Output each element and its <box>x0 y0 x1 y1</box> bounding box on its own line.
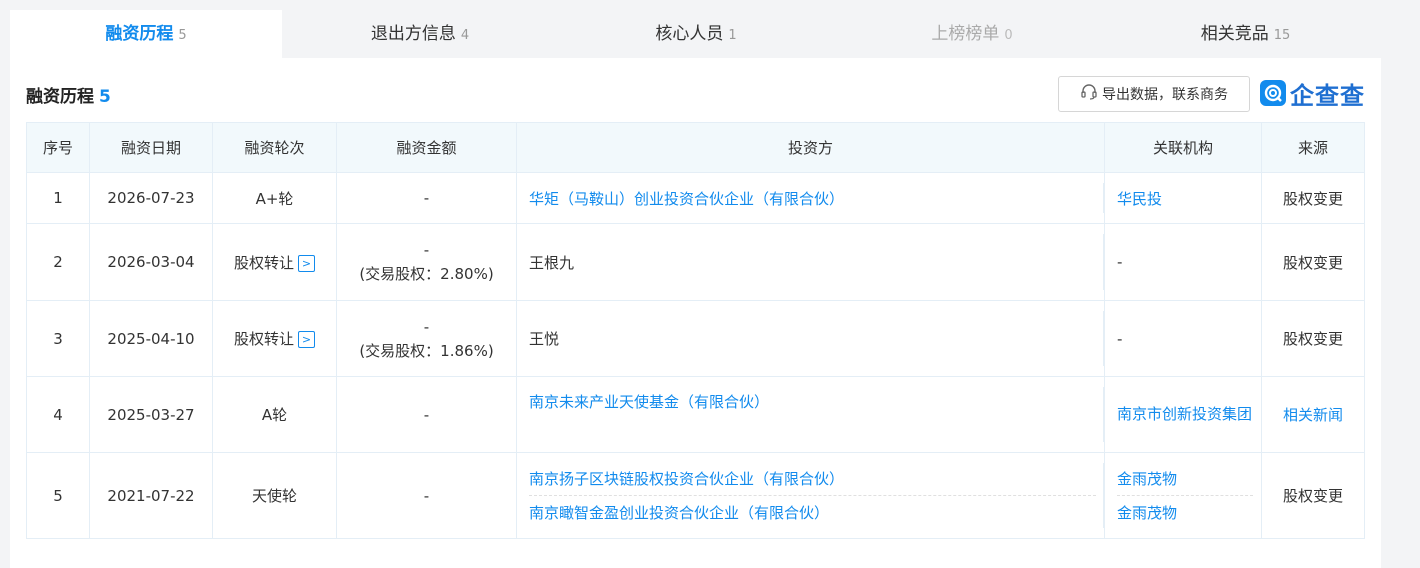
table-row: 2 2026-03-04 股权转让 > - (交易股权：2.80%) 王根九 - 股… <box>26 223 1365 301</box>
col-round: 融资轮次 <box>212 122 337 173</box>
financing-table: 序号 融资日期 融资轮次 融资金额 投资方 关联机构 来源 1 2026-07-… <box>26 122 1365 539</box>
org-line: 金雨茂物 <box>1117 495 1253 529</box>
cell-seq: 1 <box>26 172 90 224</box>
col-source: 来源 <box>1261 122 1365 173</box>
cell-orgs: 金雨茂物 金雨茂物 <box>1104 452 1262 539</box>
cell-amount: - (交易股权：2.80%) <box>336 223 517 301</box>
cell-source: 股权变更 <box>1261 172 1365 224</box>
org-link[interactable]: 金雨茂物 <box>1117 470 1177 488</box>
cell-source: 股权变更 <box>1261 223 1365 301</box>
cell-seq: 2 <box>26 223 90 301</box>
cell-amount: - <box>336 172 517 224</box>
cell-investors: 南京扬子区块链股权投资合伙企业（有限合伙） 南京瞰智金盈创业投资合伙企业（有限合… <box>516 452 1105 539</box>
col-date: 融资日期 <box>89 122 213 173</box>
cell-date: 2025-03-27 <box>89 376 213 453</box>
headset-icon <box>1080 83 1098 105</box>
cell-orgs: - <box>1104 300 1262 377</box>
export-data-button[interactable]: 导出数据，联系商务 <box>1058 76 1250 112</box>
cell-round: 股权转让 > <box>212 223 337 301</box>
cell-source: 股权变更 <box>1261 300 1365 377</box>
table-header-row: 序号 融资日期 融资轮次 融资金额 投资方 关联机构 来源 <box>26 122 1365 173</box>
org-link[interactable]: 华民投 <box>1117 190 1162 208</box>
cell-date: 2025-04-10 <box>89 300 213 377</box>
cell-amount: - <box>336 452 517 539</box>
cell-amount: - (交易股权：1.86%) <box>336 300 517 377</box>
table-row: 5 2021-07-22 天使轮 - 南京扬子区块链股权投资合伙企业（有限合伙）… <box>26 452 1365 539</box>
cell-round: A+轮 <box>212 172 337 224</box>
investor-link[interactable]: 南京未来产业天使基金（有限合伙） <box>529 393 769 411</box>
investor-link[interactable]: 南京扬子区块链股权投资合伙企业（有限合伙） <box>529 470 844 488</box>
table-row: 4 2025-03-27 A轮 - 南京未来产业天使基金（有限合伙） 南京市创新… <box>26 376 1365 453</box>
table-row: 1 2026-07-23 A+轮 - 华矩（马鞍山）创业投资合伙企业（有限合伙）… <box>26 172 1365 224</box>
investor-line: 南京扬子区块链股权投资合伙企业（有限合伙） <box>529 462 1096 495</box>
cell-date: 2026-07-23 <box>89 172 213 224</box>
section-count: 5 <box>99 87 111 107</box>
tab-exit-info[interactable]: 退出方信息 4 <box>282 10 558 58</box>
org-line: 金雨茂物 <box>1117 462 1253 495</box>
org-link[interactable]: 南京市创新投资集团 <box>1117 405 1252 423</box>
col-seq: 序号 <box>26 122 90 173</box>
amount-note: (交易股权：1.86%) <box>359 341 494 360</box>
tab-financing-history[interactable]: 融资历程 5 <box>10 10 282 58</box>
investor-line: 南京瞰智金盈创业投资合伙企业（有限合伙） <box>529 495 1096 529</box>
financing-panel: 融资历程 5 退出方信息 4 核心人员 1 上榜榜单 0 相关竞品 15 融资历程 5 导出… <box>10 10 1381 568</box>
section-title: 融资历程 5 <box>26 87 111 107</box>
cell-orgs: 南京市创新投资集团 <box>1104 376 1262 453</box>
cell-date: 2021-07-22 <box>89 452 213 539</box>
tab-bar: 融资历程 5 退出方信息 4 核心人员 1 上榜榜单 0 相关竞品 15 <box>10 10 1381 58</box>
cell-investors: 华矩（马鞍山）创业投资合伙企业（有限合伙） <box>516 172 1105 224</box>
col-investors: 投资方 <box>516 122 1105 173</box>
investor-link[interactable]: 南京瞰智金盈创业投资合伙企业（有限合伙） <box>529 504 829 522</box>
cell-round: 股权转让 > <box>212 300 337 377</box>
cell-seq: 5 <box>26 452 90 539</box>
cell-investors: 南京未来产业天使基金（有限合伙） <box>516 376 1105 453</box>
tab-core-people[interactable]: 核心人员 1 <box>558 10 834 58</box>
investor-name: 王悦 <box>529 330 560 348</box>
cell-seq: 3 <box>26 300 90 377</box>
expand-arrow-icon[interactable]: > <box>298 331 315 348</box>
cell-amount: - <box>336 376 517 453</box>
cell-orgs: - <box>1104 223 1262 301</box>
cell-source: 股权变更 <box>1261 452 1365 539</box>
col-amount: 融资金额 <box>336 122 517 173</box>
cell-investors: 王悦 <box>516 300 1105 377</box>
table-row: 3 2025-04-10 股权转让 > - (交易股权：1.86%) 王悦 - 股权… <box>26 300 1365 377</box>
cell-round: A轮 <box>212 376 337 453</box>
cell-investors: 王根九 <box>516 223 1105 301</box>
investor-name: 王根九 <box>529 253 575 272</box>
news-link[interactable]: 相关新闻 <box>1283 406 1343 424</box>
tab-competitors[interactable]: 相关竞品 15 <box>1110 10 1381 58</box>
org-link[interactable]: 金雨茂物 <box>1117 504 1177 522</box>
col-orgs: 关联机构 <box>1104 122 1262 173</box>
investor-link[interactable]: 华矩（马鞍山）创业投资合伙企业（有限合伙） <box>529 190 844 208</box>
cell-source: 相关新闻 <box>1261 376 1365 453</box>
amount-note: (交易股权：2.80%) <box>359 265 494 283</box>
cell-seq: 4 <box>26 376 90 453</box>
qcc-logo: 企查查 <box>1260 76 1365 110</box>
cell-date: 2026-03-04 <box>89 223 213 301</box>
expand-arrow-icon[interactable]: > <box>298 254 315 272</box>
tab-rankings[interactable]: 上榜榜单 0 <box>834 10 1110 58</box>
cell-round: 天使轮 <box>212 452 337 539</box>
cell-orgs: 华民投 <box>1104 172 1262 224</box>
qcc-logo-icon <box>1260 80 1286 106</box>
